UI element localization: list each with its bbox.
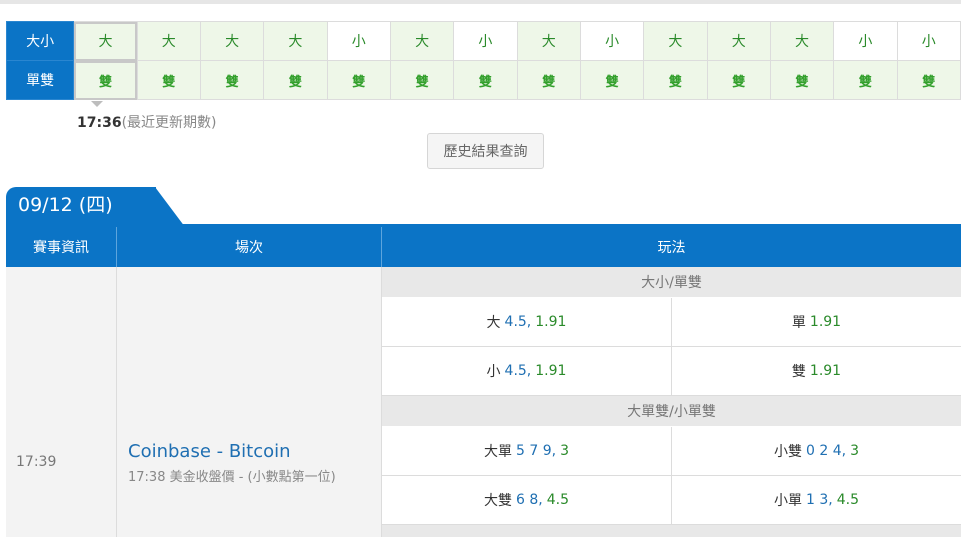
- grid-cell[interactable]: 雙: [199, 60, 265, 100]
- bet-option[interactable]: 大單 5 7 9, 3: [382, 427, 672, 476]
- bet-odds: 1.91: [809, 363, 842, 379]
- section-label-size-parity: 大小/單雙: [382, 267, 961, 297]
- grid-row-size: 大小 大 大 大 大 小 大 小 大 小 大 大 大 小 小: [5, 21, 961, 61]
- grid-cell[interactable]: 小: [896, 21, 961, 61]
- bet-option[interactable]: 單 1.91: [672, 298, 961, 347]
- grid-cell[interactable]: 大: [73, 21, 138, 61]
- bet-odds: 3: [850, 443, 859, 459]
- bet-line: 0 2 4,: [806, 443, 847, 459]
- history-results-button[interactable]: 歷史結果查詢: [427, 133, 544, 169]
- bet-odds: 1.91: [809, 314, 842, 330]
- grid-cell[interactable]: 大: [643, 21, 708, 61]
- grid-cell[interactable]: 大: [769, 21, 835, 61]
- grid-cell[interactable]: 雙: [516, 60, 581, 100]
- bet-option[interactable]: 大雙 6 8, 4.5: [382, 476, 672, 525]
- match-cell: Coinbase - Bitcoin 17:38 美金收盤價 - (小數點第一位…: [117, 267, 382, 537]
- grid-cell[interactable]: 雙: [136, 60, 201, 100]
- bet-name: 小雙: [774, 444, 802, 460]
- event-title[interactable]: Coinbase - Bitcoin: [128, 441, 291, 462]
- update-note: (最近更新期數): [121, 115, 217, 131]
- event-subtitle: 17:38 美金收盤價 - (小數點第一位): [128, 470, 336, 485]
- bet-line: 1 3,: [806, 492, 833, 508]
- grid-cell[interactable]: 大: [706, 21, 771, 61]
- bet-odds: 4.5: [836, 492, 859, 508]
- last-update: 17:36(最近更新期數): [77, 112, 217, 132]
- grid-cell[interactable]: 雙: [833, 60, 898, 100]
- grid-cell[interactable]: 雙: [263, 60, 328, 100]
- date-tab-slant: [155, 187, 185, 227]
- bet-option[interactable]: 小 4.5, 1.91: [382, 347, 672, 396]
- row-label-parity: 單雙: [5, 60, 75, 100]
- grid-cell[interactable]: 雙: [769, 60, 835, 100]
- bet-line: 5 7 9,: [516, 443, 557, 459]
- bet-odds: 4.5: [546, 492, 569, 508]
- bet-odds: 1.91: [535, 314, 567, 330]
- bet-odds: 3: [560, 443, 569, 459]
- bet-line: 6 8,: [516, 492, 543, 508]
- header-event-info: 賽事資訊: [6, 227, 117, 267]
- grid-cell[interactable]: 雙: [896, 60, 961, 100]
- row-label-size: 大小: [5, 21, 75, 61]
- section-label-combo: 大單雙/小單雙: [382, 396, 961, 426]
- bet-name: 大單: [484, 444, 512, 460]
- grid-row-parity: 單雙 雙 雙 雙 雙 雙 雙 雙 雙 雙 雙 雙 雙 雙 雙: [5, 60, 961, 100]
- grid-cell[interactable]: 小: [453, 21, 518, 61]
- bet-name: 雙: [791, 364, 806, 380]
- header-match: 場次: [117, 227, 382, 267]
- bet-line: 4.5,: [504, 363, 532, 379]
- bet-name: 小單: [774, 493, 802, 509]
- grid-cell[interactable]: 大: [263, 21, 328, 61]
- header-bet-types: 玩法: [382, 227, 961, 267]
- grid-cell[interactable]: 雙: [326, 60, 391, 100]
- bet-name: 小: [486, 364, 501, 380]
- grid-cell[interactable]: 小: [579, 21, 645, 61]
- grid-cell[interactable]: 雙: [453, 60, 518, 100]
- top-divider: [0, 0, 961, 4]
- grid-cell[interactable]: 雙: [73, 60, 138, 100]
- grid-cell[interactable]: 小: [326, 21, 391, 61]
- bet-name: 大: [486, 315, 501, 331]
- bet-name: 大雙: [484, 493, 512, 509]
- grid-cell[interactable]: 小: [833, 21, 898, 61]
- section-label-next: [382, 525, 961, 537]
- bet-option[interactable]: 雙 1.91: [672, 347, 961, 396]
- date-tab: 09/12 (四): [6, 187, 156, 227]
- grid-cell[interactable]: 大: [136, 21, 201, 61]
- bet-line: 4.5,: [504, 314, 532, 330]
- event-info-cell: 17:39: [6, 267, 117, 537]
- grid-cell[interactable]: 大: [516, 21, 581, 61]
- bet-option[interactable]: 小雙 0 2 4, 3: [672, 427, 961, 476]
- grid-cell[interactable]: 大: [199, 21, 265, 61]
- bet-odds: 1.91: [535, 363, 567, 379]
- result-grid: 大小 大 大 大 大 小 大 小 大 小 大 大 大 小 小 單雙 雙 雙 雙 …: [5, 21, 961, 100]
- update-time: 17:36: [77, 115, 122, 131]
- bet-option[interactable]: 小單 1 3, 4.5: [672, 476, 961, 525]
- grid-cell[interactable]: 雙: [706, 60, 771, 100]
- grid-cell[interactable]: 大: [389, 21, 455, 61]
- bet-name: 單: [791, 315, 806, 331]
- grid-cell[interactable]: 雙: [579, 60, 645, 100]
- bet-option[interactable]: 大 4.5, 1.91: [382, 298, 672, 347]
- event-time: 17:39: [16, 454, 57, 470]
- grid-cell[interactable]: 雙: [643, 60, 708, 100]
- grid-cell[interactable]: 雙: [389, 60, 455, 100]
- selection-caret-icon: [91, 101, 103, 107]
